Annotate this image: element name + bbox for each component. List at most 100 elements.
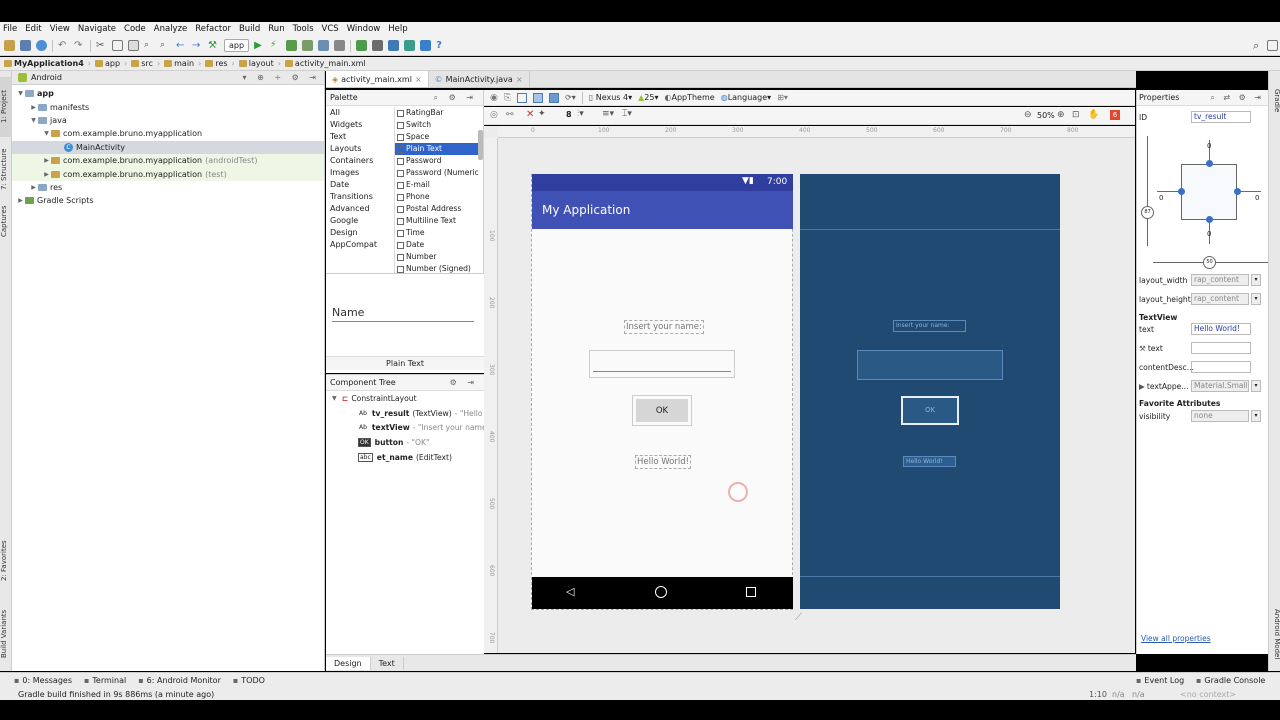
palette-category[interactable]: Date bbox=[326, 179, 394, 191]
top-anchor[interactable] bbox=[1206, 160, 1213, 167]
zoom-fit-icon[interactable]: ⊡ bbox=[1072, 110, 1080, 120]
menu-analyze[interactable]: Analyze bbox=[154, 24, 188, 34]
blueprint-prompt[interactable]: Insert your name: bbox=[893, 320, 966, 332]
design-mode-icon[interactable]: ◉ bbox=[490, 93, 498, 103]
save-icon[interactable] bbox=[20, 40, 31, 51]
chevron-down-icon[interactable]: ▼ bbox=[29, 117, 38, 124]
chevron-down-icon[interactable]: ▼ bbox=[42, 130, 51, 137]
left-anchor[interactable] bbox=[1178, 188, 1185, 195]
property-value[interactable] bbox=[1191, 342, 1251, 354]
recents-nav-icon[interactable] bbox=[746, 587, 756, 597]
blueprint-edittext[interactable] bbox=[857, 350, 1003, 380]
edittext-name[interactable] bbox=[589, 350, 735, 378]
palette-category[interactable]: AppCompat bbox=[326, 239, 394, 251]
help-icon[interactable]: ? bbox=[436, 40, 447, 51]
debug-icon[interactable] bbox=[286, 40, 298, 51]
right-anchor[interactable] bbox=[1234, 188, 1241, 195]
blueprint-result[interactable]: Hello World! bbox=[903, 456, 956, 467]
project-structure-icon[interactable] bbox=[388, 40, 400, 51]
property-value[interactable]: rap_content bbox=[1191, 293, 1249, 305]
palette-category[interactable]: Text bbox=[326, 131, 394, 143]
bottom-margin-value[interactable]: 0 bbox=[1207, 230, 1211, 238]
palette-item[interactable]: Phone bbox=[395, 191, 478, 203]
breadcrumb-item[interactable]: res bbox=[205, 59, 228, 68]
palette-scrollbar[interactable] bbox=[478, 130, 483, 160]
autoconnect-icon[interactable]: ⚯ bbox=[506, 110, 514, 120]
menu-edit[interactable]: Edit bbox=[25, 24, 41, 34]
palette-category[interactable]: Advanced bbox=[326, 203, 394, 215]
layers-icon[interactable]: ⎘ bbox=[504, 93, 511, 103]
tab-design[interactable]: Design bbox=[326, 656, 371, 670]
theme-select[interactable]: ◐AppTheme bbox=[664, 93, 714, 102]
bottom-tool-2[interactable]: ▪ 6: Android Monitor bbox=[138, 676, 221, 685]
pack-icon[interactable]: ⫶▾ bbox=[577, 109, 584, 119]
chevron-down-icon[interactable]: ▾ bbox=[1251, 380, 1261, 392]
component-tree-item[interactable]: abc et_name (EditText) bbox=[326, 450, 484, 465]
palette-item[interactable]: Time bbox=[395, 227, 478, 239]
palette-item[interactable]: RatingBar bbox=[395, 107, 478, 119]
sdk-manager-icon[interactable] bbox=[372, 40, 384, 51]
attach-debugger-icon[interactable] bbox=[318, 40, 330, 51]
layout-variants-icon[interactable]: ⊞▾ bbox=[777, 93, 788, 102]
menu-window[interactable]: Window bbox=[347, 24, 381, 34]
component-tree-item[interactable]: OK button - "OK" bbox=[326, 435, 484, 450]
redo-icon[interactable]: ↷ bbox=[74, 40, 85, 51]
bottom-tool-0[interactable]: ▪ 0: Messages bbox=[14, 676, 72, 685]
close-icon[interactable]: × bbox=[415, 75, 422, 84]
stop-icon[interactable] bbox=[334, 40, 346, 51]
palette-item[interactable]: Plain Text bbox=[395, 143, 478, 155]
textview-result[interactable]: Hello World! bbox=[635, 455, 692, 469]
guidelines-icon[interactable]: ⌶▾ bbox=[622, 109, 632, 119]
favorites-tool-tab[interactable]: 2: Favorites bbox=[0, 531, 12, 591]
property-value[interactable] bbox=[1191, 361, 1251, 373]
pan-icon[interactable]: ✋ bbox=[1088, 110, 1099, 120]
structure-tool-tab[interactable]: 7: Structure bbox=[0, 137, 12, 201]
palette-category[interactable]: Design bbox=[326, 227, 394, 239]
component-tree-item[interactable]: Ab textView- "Insert your name:" bbox=[326, 421, 484, 436]
clear-constraints-icon[interactable]: ✕ bbox=[526, 109, 534, 120]
horizontal-bias-knob[interactable]: 50 bbox=[1203, 256, 1216, 269]
palette-item[interactable]: Date bbox=[395, 239, 478, 251]
property-value[interactable]: Material.Small bbox=[1191, 380, 1249, 392]
project-tool-tab[interactable]: 1: Project bbox=[0, 77, 12, 137]
property-value[interactable]: none bbox=[1191, 410, 1249, 422]
menu-navigate[interactable]: Navigate bbox=[78, 24, 116, 34]
tree-item[interactable]: ▶ com.example.bruno.myapplication (android… bbox=[12, 153, 324, 168]
zoom-in-icon[interactable]: ⊕ bbox=[1057, 110, 1065, 120]
api-select[interactable]: ▲25▾ bbox=[638, 93, 658, 102]
component-tree-item[interactable]: Ab tv_result(TextView)- "Hello W bbox=[326, 406, 484, 421]
status-context[interactable]: <no context> bbox=[1180, 690, 1236, 699]
design-surface-icon[interactable] bbox=[517, 92, 528, 103]
blueprint-button[interactable]: OK bbox=[901, 396, 959, 425]
both-surface-icon[interactable] bbox=[549, 92, 560, 103]
android-model-tool-tab[interactable]: Android Model bbox=[1269, 601, 1280, 667]
properties-actions-icon[interactable]: ⌕ ⇄ ⚙ ⇥ bbox=[1210, 93, 1264, 103]
build-variants-tool-tab[interactable]: Build Variants bbox=[0, 601, 12, 667]
open-icon[interactable] bbox=[4, 40, 15, 51]
palette-item[interactable]: Password bbox=[395, 155, 478, 167]
palette-item[interactable]: Postal Address bbox=[395, 203, 478, 215]
breadcrumb-item[interactable]: app bbox=[94, 59, 120, 68]
palette-category[interactable]: Transitions bbox=[326, 191, 394, 203]
menu-tools[interactable]: Tools bbox=[293, 24, 314, 34]
error-badge-icon[interactable]: 6 bbox=[1110, 110, 1120, 120]
device-select[interactable]: ▯ Nexus 4▾ bbox=[589, 93, 632, 102]
chevron-right-icon[interactable]: ▶ bbox=[29, 184, 38, 191]
ide-window-icon[interactable] bbox=[1267, 40, 1278, 51]
palette-category[interactable]: Layouts bbox=[326, 143, 394, 155]
editor-tab[interactable]: ◈ activity_main.xml × bbox=[326, 71, 429, 87]
palette-category[interactable]: All bbox=[326, 107, 394, 119]
align-icon[interactable]: ≡▾ bbox=[602, 109, 614, 119]
cut-icon[interactable]: ✂ bbox=[96, 40, 107, 51]
menu-code[interactable]: Code bbox=[124, 24, 146, 34]
find-icon[interactable]: ⌕ bbox=[144, 40, 155, 51]
avd-manager-icon[interactable] bbox=[356, 40, 368, 51]
default-margin-value[interactable]: 8 bbox=[566, 110, 572, 119]
prop-id-input[interactable]: tv_result bbox=[1191, 111, 1251, 123]
right-margin-value[interactable]: 0 bbox=[1255, 194, 1259, 202]
menu-help[interactable]: Help bbox=[388, 24, 407, 34]
chevron-down-icon[interactable]: ▼ bbox=[16, 90, 25, 97]
breadcrumb-item[interactable]: activity_main.xml bbox=[284, 59, 366, 68]
menu-view[interactable]: View bbox=[50, 24, 70, 34]
ok-button[interactable]: OK bbox=[636, 399, 688, 422]
